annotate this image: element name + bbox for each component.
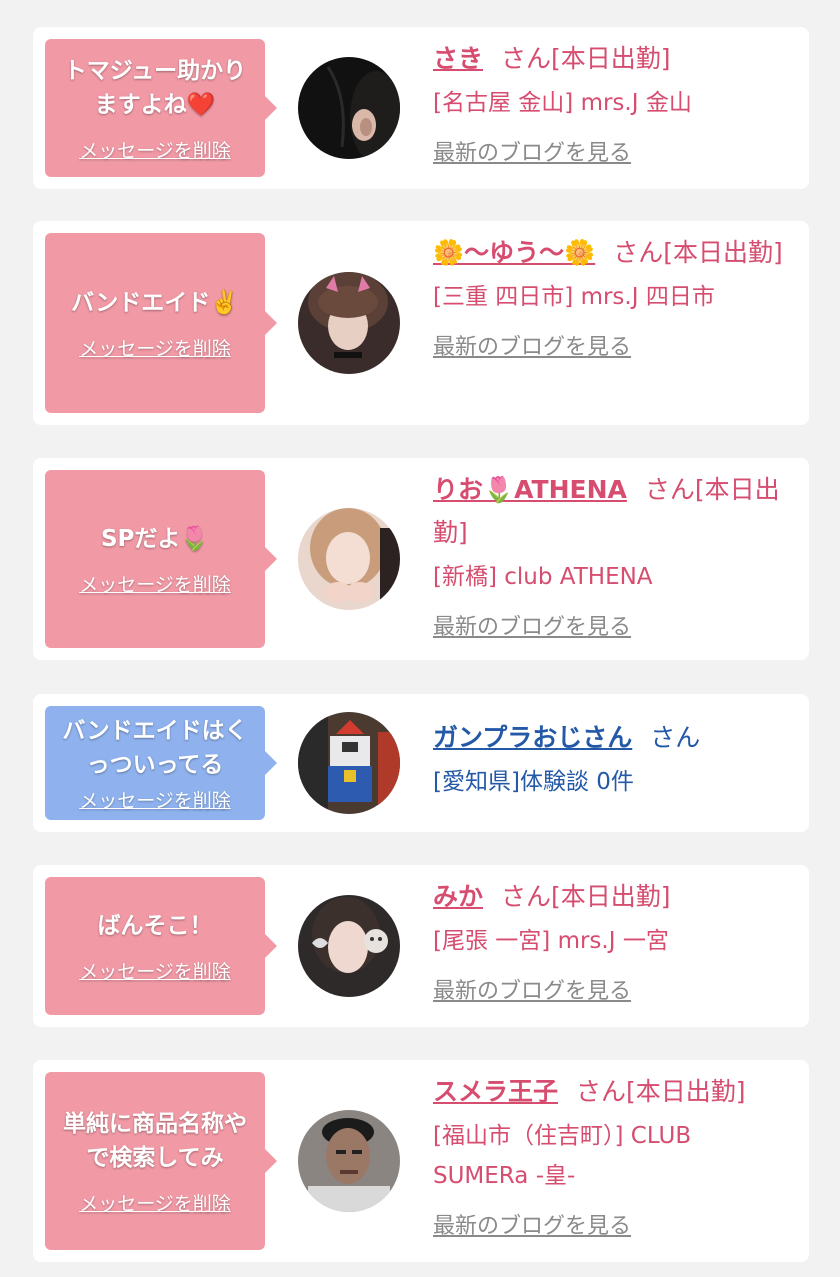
- message-bubble: バンドエイド✌️ メッセージを削除: [45, 233, 277, 413]
- message-bubble: ばんそこ！ メッセージを削除: [45, 877, 277, 1015]
- member-info: スメラ王子 さん[本日出勤] [福山市（住吉町）] CLUB SUMERa -皇-…: [433, 1070, 787, 1244]
- avatar[interactable]: [298, 508, 400, 610]
- member-status: さん: [650, 723, 701, 752]
- message-card: SPだよ🌷 メッセージを削除 りお🌷ATHENA さん[本日出勤] [新橋] cl…: [33, 458, 809, 660]
- member-status: さん[本日出勤]: [576, 1077, 746, 1106]
- member-info: 🌼〜ゆう〜🌼 さん[本日出勤] [三重 四日市] mrs.J 四日市 最新のブログ…: [433, 231, 787, 365]
- member-status: さん[本日出勤]: [613, 238, 783, 267]
- message-bubble: 単純に商品名称や で検索してみ メッセージを削除: [45, 1072, 277, 1250]
- delete-message-link[interactable]: メッセージを削除: [79, 136, 231, 163]
- avatar[interactable]: [298, 1110, 400, 1212]
- message-text: 単純に商品名称や で検索してみ: [63, 1110, 247, 1171]
- shop-info: [三重 四日市] mrs.J 四日市: [433, 284, 715, 310]
- message-list: トマジュー助かり ますよね❤️ メッセージを削除 さき さん[本日出勤] [名古屋 …: [0, 0, 840, 1277]
- message-card: バンドエイドはく っついってる メッセージを削除 ガンプラおじさん さん [愛知県]…: [33, 694, 809, 832]
- latest-blog-link[interactable]: 最新のブログを見る: [433, 331, 631, 365]
- latest-blog-link[interactable]: 最新のブログを見る: [433, 611, 631, 645]
- delete-message-link[interactable]: メッセージを削除: [79, 570, 231, 597]
- message-card: 単純に商品名称や で検索してみ メッセージを削除 スメラ王子 さん[本日出勤] [福…: [33, 1060, 809, 1262]
- latest-blog-link[interactable]: 最新のブログを見る: [433, 975, 631, 1009]
- avatar[interactable]: [298, 712, 400, 814]
- avatar[interactable]: [298, 272, 400, 374]
- shop-info: [愛知県]体験談 0件: [433, 769, 634, 795]
- member-name-link[interactable]: 🌼〜ゆう〜🌼: [433, 238, 595, 267]
- member-name-link[interactable]: ガンプラおじさん: [433, 723, 632, 752]
- message-text: バンドエイド✌️: [71, 289, 239, 316]
- member-name-link[interactable]: スメラ王子: [433, 1077, 558, 1106]
- shop-info: [尾張 一宮] mrs.J 一宮: [433, 928, 669, 954]
- member-status: さん[本日出勤]: [501, 44, 671, 73]
- shop-info: [名古屋 金山] mrs.J 金山: [433, 90, 692, 116]
- delete-message-link[interactable]: メッセージを削除: [79, 957, 231, 984]
- message-bubble: SPだよ🌷 メッセージを削除: [45, 470, 277, 648]
- avatar[interactable]: [298, 895, 400, 997]
- member-name-link[interactable]: りお🌷ATHENA: [433, 475, 627, 504]
- member-name-link[interactable]: さき: [433, 44, 483, 73]
- shop-info: [福山市（住吉町）] CLUB SUMERa -皇-: [433, 1123, 692, 1189]
- message-text: ばんそこ！: [97, 912, 213, 939]
- avatar[interactable]: [298, 57, 400, 159]
- message-card: バンドエイド✌️ メッセージを削除 🌼〜ゆう〜🌼 さん[本日出勤] [三重 四日市…: [33, 221, 809, 425]
- member-info: ガンプラおじさん さん [愛知県]体験談 0件: [433, 716, 787, 802]
- message-text: バンドエイドはく っついってる: [62, 717, 248, 778]
- message-bubble: トマジュー助かり ますよね❤️ メッセージを削除: [45, 39, 277, 177]
- member-name-link[interactable]: みか: [433, 882, 483, 911]
- message-text: トマジュー助かり ますよね❤️: [63, 57, 247, 118]
- member-status: さん[本日出勤]: [501, 882, 671, 911]
- delete-message-link[interactable]: メッセージを削除: [79, 334, 231, 361]
- message-card: ばんそこ！ メッセージを削除 みか さん[本日出勤] [尾張 一宮] mrs.J …: [33, 865, 809, 1027]
- message-bubble: バンドエイドはく っついってる メッセージを削除: [45, 706, 277, 820]
- delete-message-link[interactable]: メッセージを削除: [79, 1189, 231, 1216]
- member-info: さき さん[本日出勤] [名古屋 金山] mrs.J 金山 最新のブログを見る: [433, 37, 787, 171]
- latest-blog-link[interactable]: 最新のブログを見る: [433, 1210, 631, 1244]
- member-info: みか さん[本日出勤] [尾張 一宮] mrs.J 一宮 最新のブログを見る: [433, 875, 787, 1009]
- message-card: トマジュー助かり ますよね❤️ メッセージを削除 さき さん[本日出勤] [名古屋 …: [33, 27, 809, 189]
- message-text: SPだよ🌷: [100, 525, 210, 552]
- latest-blog-link[interactable]: 最新のブログを見る: [433, 137, 631, 171]
- shop-info: [新橋] club ATHENA: [433, 564, 653, 590]
- delete-message-link[interactable]: メッセージを削除: [79, 786, 231, 813]
- member-info: りお🌷ATHENA さん[本日出勤] [新橋] club ATHENA 最新のブロ…: [433, 468, 787, 645]
